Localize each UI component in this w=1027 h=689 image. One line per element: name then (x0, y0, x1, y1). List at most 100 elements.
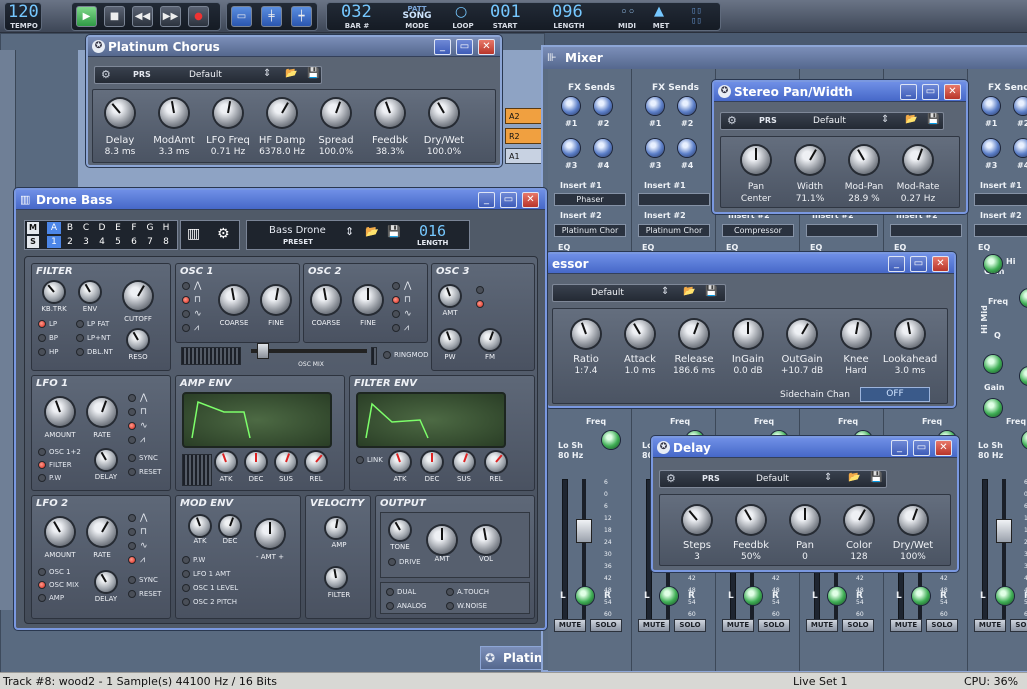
lfo2-wave-led[interactable] (128, 528, 136, 536)
mod-env-target-led[interactable] (182, 570, 190, 578)
osc2-fine-knob[interactable] (354, 286, 382, 314)
stereo-pan-knob[interactable] (850, 146, 878, 174)
lfo2-amount-knob[interactable] (46, 518, 74, 546)
drone-bass-titlebar[interactable]: ▥ Drone Bass _ ▭ ✕ (16, 190, 545, 210)
compressor-preset-bar[interactable]: Default ⇕ 📂 💾 (552, 284, 726, 302)
solo-button[interactable]: SOLO (842, 619, 874, 632)
pattern-number-button[interactable]: 3 (79, 236, 93, 248)
delay-knob[interactable] (899, 506, 927, 534)
pattern-bank-button[interactable]: G (143, 222, 157, 234)
play-icon[interactable]: ▶ (76, 6, 97, 27)
folder-open-icon[interactable]: 📂 (683, 286, 695, 297)
tempo-display[interactable]: 120 TEMPO (4, 2, 42, 31)
drone-preset-panel[interactable]: Bass Drone PRESET ⇕ 📂 💾 016 LENGTH (246, 220, 470, 250)
save-icon[interactable]: 💾 (705, 286, 717, 297)
preset-value[interactable]: Default (189, 70, 222, 80)
delay-knob[interactable] (791, 506, 819, 534)
pattern-bank-button[interactable]: E (111, 222, 125, 234)
osc2-wave-led[interactable] (392, 310, 400, 318)
platinum-chorus-titlebar[interactable]: ✪ Platinum Chorus _ ▭ ✕ (88, 37, 500, 57)
maximize-icon[interactable]: ▭ (456, 39, 473, 55)
maximize-icon[interactable]: ▭ (913, 440, 930, 456)
osc3-amt-knob[interactable] (440, 286, 460, 306)
insert2-slot[interactable] (806, 224, 878, 237)
velocity-amp-knob[interactable] (326, 518, 346, 538)
lfo1-wave-led[interactable] (128, 394, 136, 402)
solo-button[interactable]: SOLO (1010, 619, 1027, 632)
platinum-tab[interactable]: ✪ Platin (480, 646, 546, 670)
minimize-icon[interactable]: _ (434, 39, 451, 55)
osc3-fm-knob[interactable] (480, 330, 500, 350)
lfo1-reset-led[interactable] (128, 468, 136, 476)
mod-env-target-led[interactable] (182, 584, 190, 592)
gear-icon[interactable]: ⚙ (217, 226, 230, 242)
fx-send-knob[interactable] (594, 97, 612, 115)
maximize-icon[interactable]: ▭ (922, 84, 939, 100)
lfo2-target-led[interactable] (38, 568, 46, 576)
chorus-knob[interactable] (376, 99, 404, 127)
preset-value[interactable]: Default (813, 116, 846, 126)
filter-mode-led[interactable] (38, 334, 46, 342)
insert2-slot[interactable]: Platinum Chor (638, 224, 710, 237)
stereo-pan-knob[interactable] (904, 146, 932, 174)
pattern-bank-button[interactable]: H (159, 222, 173, 234)
solo-button[interactable]: SOLO (926, 619, 958, 632)
folder-open-icon[interactable]: 📂 (365, 225, 379, 238)
ms-button[interactable]: M (27, 222, 39, 234)
chorus-knob[interactable] (160, 99, 188, 127)
maximize-icon[interactable]: ▭ (910, 256, 927, 272)
song-pattern-block[interactable]: A1 (505, 148, 543, 164)
output-analog-led[interactable] (386, 602, 394, 610)
close-icon[interactable]: ✕ (522, 192, 539, 208)
filter-mode-led[interactable] (38, 320, 46, 328)
osc3-pw-knob[interactable] (440, 330, 460, 350)
amp-env-knob[interactable] (276, 452, 296, 472)
close-icon[interactable]: ✕ (478, 39, 495, 55)
mute-button[interactable]: MUTE (554, 619, 586, 632)
eq-knob[interactable] (984, 399, 1002, 417)
chorus-knob[interactable] (430, 99, 458, 127)
gear-icon[interactable]: ⚙ (666, 472, 676, 485)
lfo1-target-led[interactable] (38, 448, 46, 456)
fader-track[interactable] (1002, 479, 1006, 629)
lfo1-wave-led[interactable] (128, 422, 136, 430)
preset-value[interactable]: Default (591, 288, 624, 298)
pan-knob[interactable] (912, 587, 930, 605)
filter-env-link-led[interactable] (356, 456, 364, 464)
insert2-slot[interactable] (890, 224, 962, 237)
filter-mode-led[interactable] (38, 348, 46, 356)
insert2-slot[interactable]: Compressor (722, 224, 794, 237)
pattern-bank-button[interactable]: B (63, 222, 77, 234)
lfo1-delay-knob[interactable] (96, 450, 116, 470)
stereo-pan-preset-bar[interactable]: ⚙ PRS Default ⇕ 📂 💾 (720, 112, 944, 130)
osc1-fine-knob[interactable] (262, 286, 290, 314)
pattern-number-button[interactable]: 5 (111, 236, 125, 248)
chevron-updown-icon[interactable]: ⇕ (881, 114, 889, 125)
mod-env-amt-knob[interactable] (256, 520, 284, 548)
amp-env-knob[interactable] (246, 452, 266, 472)
solo-button[interactable]: SOLO (674, 619, 706, 632)
pan-knob[interactable] (744, 587, 762, 605)
minimize-icon[interactable]: _ (888, 256, 905, 272)
pattern-number-button[interactable]: 8 (159, 236, 173, 248)
solo-button[interactable]: SOLO (590, 619, 622, 632)
osc2-wave-led[interactable] (392, 324, 400, 332)
pin-tool-icon[interactable]: ┿ (291, 6, 312, 27)
fx-send-knob[interactable] (646, 97, 664, 115)
chorus-knob[interactable] (322, 99, 350, 127)
compressor-knob[interactable] (572, 320, 600, 348)
chevron-updown-icon[interactable]: ⇕ (345, 225, 354, 238)
compressor-titlebar[interactable]: essor _ ▭ ✕ (548, 254, 954, 274)
length-value[interactable]: 096 (552, 4, 583, 21)
minimize-icon[interactable]: _ (900, 84, 917, 100)
folder-open-icon[interactable]: 📂 (848, 472, 860, 483)
mod-env-atk-knob[interactable] (190, 516, 210, 536)
mode-song[interactable]: SONG (397, 12, 437, 21)
lfo2-delay-knob[interactable] (96, 572, 116, 592)
fx-send-knob[interactable] (1014, 139, 1027, 157)
pattern-bank-button[interactable]: C (79, 222, 93, 234)
mod-env-dec-knob[interactable] (220, 516, 240, 536)
osc1-wave-led[interactable] (182, 310, 190, 318)
maximize-icon[interactable]: ▭ (500, 192, 517, 208)
chevron-updown-icon[interactable]: ⇕ (824, 472, 832, 483)
